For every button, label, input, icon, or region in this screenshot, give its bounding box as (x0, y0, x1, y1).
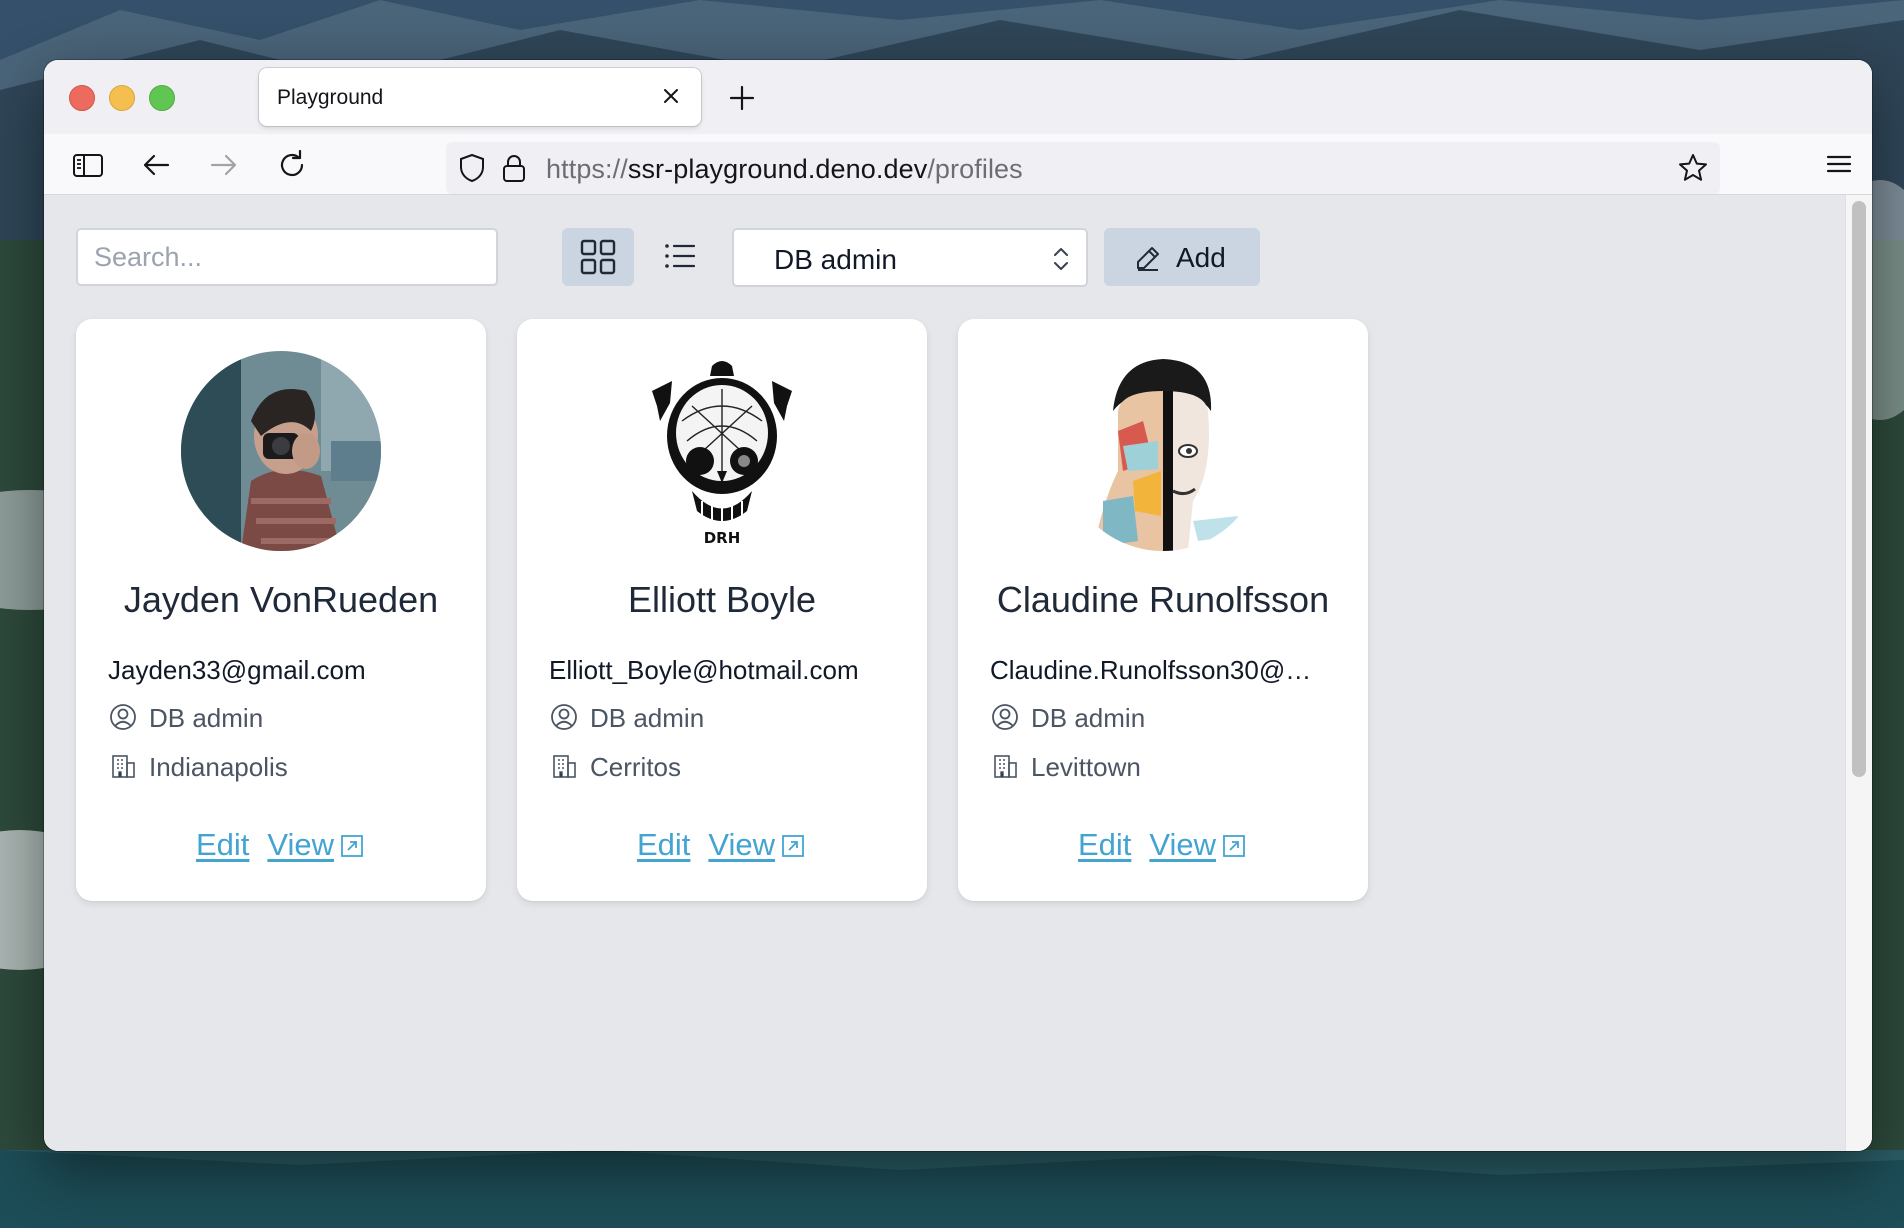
profile-city: Levittown (1031, 752, 1141, 782)
building-icon (994, 755, 1017, 778)
view-link[interactable]: View (708, 827, 807, 863)
profile-avatar (181, 351, 381, 551)
bookmark-star-icon[interactable] (1676, 151, 1710, 185)
profile-role-row: DB admin (990, 700, 1350, 734)
page-content: DB admin Add (44, 195, 1872, 1151)
user-circle-icon (110, 704, 136, 730)
url-text[interactable]: https://ssr-playground.deno.dev/profiles (546, 154, 1023, 185)
external-link-icon (1223, 835, 1245, 857)
hamburger-menu-icon[interactable] (1822, 147, 1856, 181)
tab-strip: Playground (44, 60, 1872, 134)
profile-city: Cerritos (590, 752, 682, 782)
add-profile-button[interactable]: Add (1104, 228, 1260, 286)
scrollbar-thumb[interactable] (1852, 201, 1866, 777)
list-view-button[interactable] (644, 228, 716, 286)
external-link-icon (782, 835, 804, 857)
profile-name: Jayden VonRueden (123, 579, 439, 620)
url-host: ssr-playground.deno.dev (627, 154, 928, 184)
profile-role-row: DB admin (108, 700, 468, 734)
profile-avatar (1063, 351, 1263, 551)
list-icon (665, 244, 696, 268)
forward-arrow-icon[interactable] (206, 147, 242, 183)
edit-link[interactable]: Edit (1078, 827, 1131, 863)
building-icon (553, 755, 576, 778)
card-actions: Edit View (517, 827, 927, 863)
profile-role: DB admin (590, 703, 705, 733)
profile-role-row: DB admin (549, 700, 909, 734)
back-arrow-icon[interactable] (138, 147, 174, 183)
profile-role: DB admin (1031, 703, 1146, 733)
browser-window: Playground https://ssr-playground.deno.d… (44, 60, 1872, 1151)
reload-icon[interactable] (274, 147, 310, 183)
profile-email: Jayden33@gmail.com (108, 655, 366, 685)
zoom-window-button[interactable] (149, 85, 175, 111)
card-actions: Edit View (958, 827, 1368, 863)
profile-city: Indianapolis (149, 752, 288, 782)
profile-role: DB admin (149, 703, 264, 733)
edit-link[interactable]: Edit (637, 827, 690, 863)
role-filter-value: DB admin (774, 244, 897, 275)
grid-view-button[interactable] (562, 228, 634, 286)
view-label: View (708, 827, 776, 862)
address-bar[interactable]: https://ssr-playground.deno.dev/profiles (446, 142, 1720, 194)
shield-icon[interactable] (456, 152, 488, 184)
avatar-caption: DRH (704, 529, 741, 547)
chevron-up-down-icon (1050, 245, 1072, 273)
view-label: View (1149, 827, 1217, 862)
profile-name: Elliott Boyle (627, 579, 817, 620)
close-window-button[interactable] (69, 85, 95, 111)
tab-playground[interactable]: Playground (259, 68, 701, 126)
pencil-icon (1134, 244, 1162, 272)
view-label: View (267, 827, 335, 862)
profile-card: Claudine Runolfsson Claudine.Runolfsson3… (958, 319, 1368, 901)
building-icon (112, 755, 135, 778)
minimize-window-button[interactable] (109, 85, 135, 111)
profile-avatar: DRH (622, 351, 822, 551)
profile-email: Claudine.Runolfsson30@… (990, 655, 1312, 685)
search-input[interactable] (76, 228, 498, 286)
card-actions: Edit View (76, 827, 486, 863)
user-circle-icon (551, 704, 577, 730)
view-link[interactable]: View (267, 827, 366, 863)
tab-title: Playground (277, 86, 384, 109)
role-filter-select[interactable]: DB admin (732, 228, 1088, 287)
add-label: Add (1176, 242, 1226, 273)
navigation-bar: https://ssr-playground.deno.dev/profiles (44, 134, 1872, 195)
user-circle-icon (992, 704, 1018, 730)
new-tab-button[interactable] (724, 80, 760, 116)
profile-city-row: Cerritos (549, 749, 909, 783)
edit-link[interactable]: Edit (196, 827, 249, 863)
profile-city-row: Levittown (990, 749, 1350, 783)
sidebar-toggle-icon[interactable] (70, 147, 106, 183)
close-icon[interactable] (657, 82, 685, 110)
profile-card: DRH Elliott Boyle Elliott_Boyle@hotmail.… (517, 319, 927, 901)
scrollbar[interactable] (1845, 195, 1872, 1151)
url-protocol: https:// (546, 154, 628, 184)
lock-icon[interactable] (498, 152, 530, 184)
view-link[interactable]: View (1149, 827, 1248, 863)
grid-icon (580, 239, 616, 275)
url-path: /profiles (927, 154, 1023, 184)
profile-card: Jayden VonRueden Jayden33@gmail.com DB a… (76, 319, 486, 901)
profile-email: Elliott_Boyle@hotmail.com (549, 655, 859, 685)
profile-name: Claudine Runolfsson (996, 579, 1330, 620)
external-link-icon (341, 835, 363, 857)
profile-city-row: Indianapolis (108, 749, 468, 783)
